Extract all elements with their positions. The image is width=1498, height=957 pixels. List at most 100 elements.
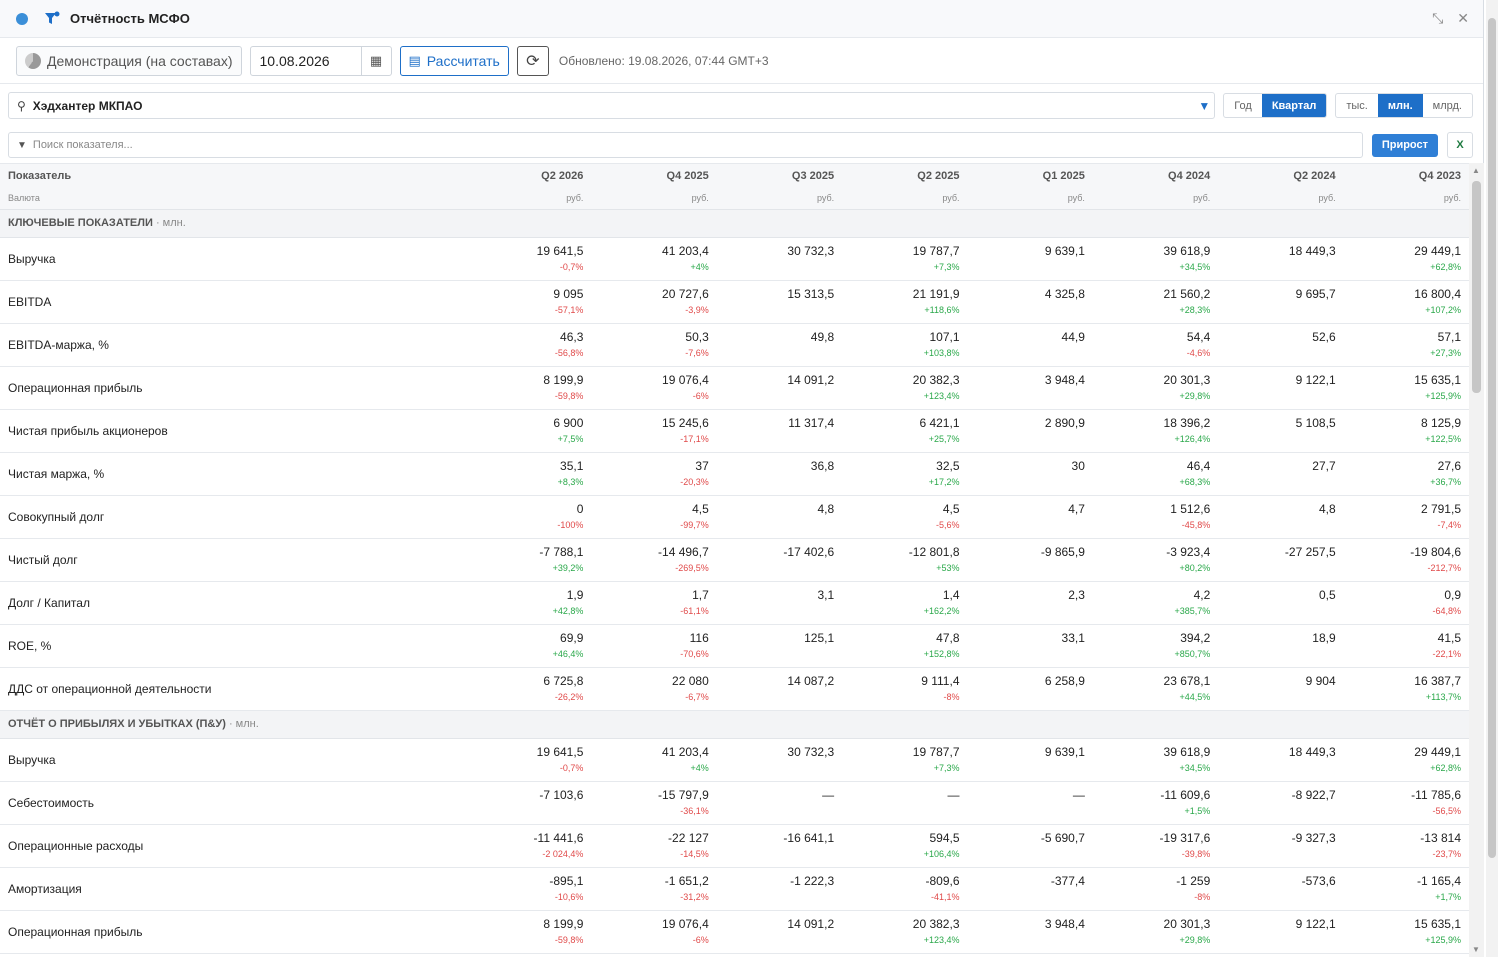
value: -3 923,4 [1166,544,1211,559]
table-row[interactable]: Чистая маржа, % 35,1 +8,3% 37 -20,3% 36,8 32,5… [0,452,1469,496]
change-percent: +36,7% [1430,476,1461,487]
column-header-period[interactable]: Q2 2025 [842,164,968,187]
unit-option[interactable]: млрд. [1423,94,1472,117]
value: 0 [576,501,584,516]
change-percent: +385,7% [1174,605,1211,616]
period-option[interactable]: Квартал [1261,94,1327,117]
value: -573,6 [1301,873,1336,888]
value-cell: 2 890,9 [967,409,1093,453]
currency-cell: руб. [967,187,1093,210]
filter-icon[interactable]: ▼ [1198,99,1210,113]
table-row[interactable]: EBITDA-маржа, % 46,3 -56,8% 50,3 -7,6% 49,8 10… [0,323,1469,367]
value: 37 [695,458,709,473]
indicator-name[interactable]: ДДС от операционной деятельности [0,667,466,711]
table-row[interactable]: ДДС от операционной деятельности 6 725,8 -… [0,667,1469,711]
value: 18,9 [1312,630,1336,645]
pie-chart-icon [25,52,41,69]
value-cell: 107,1 +103,8% [842,323,968,367]
table-row[interactable]: Выручка 19 641,5 -0,7% 41 203,4 +4% 30 732,3 1… [0,738,1469,782]
value: -7 103,6 [539,787,584,802]
excel-export-icon[interactable]: X [1447,132,1473,158]
page-scroll-thumb[interactable] [1488,18,1496,858]
indicator-name[interactable]: Чистая маржа, % [0,452,466,496]
value: 20 727,6 [662,286,709,301]
title-bar: Отчётность МСФО ⤡ ✕ [0,0,1483,38]
change-percent: -61,1% [680,605,709,616]
growth-button[interactable]: Прирост [1371,133,1438,157]
indicator-name[interactable]: Выручка [0,237,466,281]
table-row[interactable]: Выручка 19 641,5 -0,7% 41 203,4 +4% 30 732,3 1… [0,237,1469,281]
date-value[interactable]: 10.08.2026 [251,53,361,69]
change-percent: +62,8% [1430,762,1461,773]
value-cell: 27,6 +36,7% [1343,452,1469,496]
change-percent: -17,1% [680,433,709,444]
value: 50,3 [685,329,709,344]
table-scrollbar[interactable]: ▲ ▼ [1469,163,1484,957]
value-cell: 29 449,1 +62,8% [1343,237,1469,281]
value-cell: 19 641,5 -0,7% [466,738,592,782]
value-cell: — [967,781,1093,825]
column-header-period[interactable]: Q4 2025 [591,164,717,187]
scroll-down-icon[interactable]: ▼ [1472,945,1480,954]
period-option[interactable]: Год [1224,94,1262,117]
value-cell: -9 865,9 [967,538,1093,582]
indicator-name[interactable]: Операционные расходы [0,824,466,868]
company-search[interactable]: ⚲ Хэдхантер МКПАО ▼ [8,92,1216,119]
portfolio-select[interactable]: Демонстрация (на составах) [16,45,242,76]
change-percent: -3,9% [685,304,709,315]
column-header-period[interactable]: Q4 2023 [1343,164,1469,187]
change-percent: -56,5% [1432,805,1461,816]
value: 9 695,7 [1295,286,1336,301]
column-header-period[interactable]: Q2 2024 [1218,164,1344,187]
indicator-name[interactable]: Долг / Капитал [0,581,466,625]
indicator-name[interactable]: Операционная прибыль [0,366,466,410]
collapse-icon[interactable]: ⤡ [1432,10,1443,27]
indicator-name[interactable]: Выручка [0,738,466,782]
indicator-name[interactable]: Себестоимость [0,781,466,825]
date-field[interactable]: 10.08.2026 ▦ [249,45,392,76]
table-row[interactable]: ROE, % 69,9 +46,4% 116 -70,6% 125,1 47,8 +152,8… [0,624,1469,668]
indicator-search[interactable]: ▼ Поиск показателя... [8,132,1363,158]
unit-option[interactable]: тыс. [1336,94,1378,117]
table-row[interactable]: Себестоимость -7 103,6 -15 797,9 -36,1% — — — -… [0,781,1469,825]
indicator-name[interactable]: Операционная прибыль [0,910,466,954]
table-row[interactable]: Операционная прибыль 8 199,9 -59,8% 19 076,… [0,366,1469,410]
value-cell: 20 727,6 -3,9% [591,280,717,324]
value: 33,1 [1061,630,1085,645]
table-row[interactable]: Чистая прибыль акционеров 6 900 +7,5% 15 24… [0,409,1469,453]
scroll-up-icon[interactable]: ▲ [1472,166,1480,175]
calculate-button[interactable]: ▤ Рассчитать [399,45,509,76]
change-percent: -100% [557,519,584,530]
page-scrollbar[interactable] [1486,0,1498,957]
change-percent: -5,6% [935,519,960,530]
scroll-thumb[interactable] [1472,181,1481,393]
indicator-name[interactable]: Амортизация [0,867,466,911]
unit-option[interactable]: млн. [1377,94,1423,117]
value: 3 948,4 [1044,916,1085,931]
close-icon[interactable]: ✕ [1457,10,1469,27]
table-row[interactable]: EBITDA 9 095 -57,1% 20 727,6 -3,9% 15 313,5 21… [0,280,1469,324]
indicator-name[interactable]: ROE, % [0,624,466,668]
table-row[interactable]: Амортизация -895,1 -10,6% -1 651,2 -31,2% -1 … [0,867,1469,911]
column-header-period[interactable]: Q1 2025 [967,164,1093,187]
value-cell: 37 -20,3% [591,452,717,496]
column-header-period[interactable]: Q4 2024 [1092,164,1219,187]
change-percent: -7,4% [1437,519,1461,530]
column-header-period[interactable]: Q3 2025 [716,164,843,187]
table-row[interactable]: Совокупный долг 0 -100% 4,5 -99,7% 4,8 4,5 -5,6… [0,495,1469,539]
indicator-name[interactable]: Чистый долг [0,538,466,582]
indicator-name[interactable]: Чистая прибыль акционеров [0,409,466,453]
table-row[interactable]: Долг / Капитал 1,9 +42,8% 1,7 -61,1% 3,1 1,4 +1… [0,581,1469,625]
calendar-icon[interactable]: ▦ [360,46,391,75]
indicator-name[interactable]: EBITDA-маржа, % [0,323,466,367]
table-row[interactable]: Операционная прибыль 8 199,9 -59,8% 19 076,… [0,910,1469,954]
table-row[interactable]: Операционные расходы -11 441,6 -2 024,4% -2… [0,824,1469,868]
column-header-period[interactable]: Q2 2026 [466,164,592,187]
table-row[interactable]: Чистый долг -7 788,1 +39,2% -14 496,7 -269,5… [0,538,1469,582]
value: 6 258,9 [1044,673,1085,688]
indicator-name[interactable]: EBITDA [0,280,466,324]
value-cell: 20 382,3 +123,4% [842,366,968,410]
indicator-name[interactable]: Совокупный долг [0,495,466,539]
search-input[interactable]: Поиск показателя... [33,139,133,151]
refresh-button[interactable]: ⟳ [516,45,549,76]
